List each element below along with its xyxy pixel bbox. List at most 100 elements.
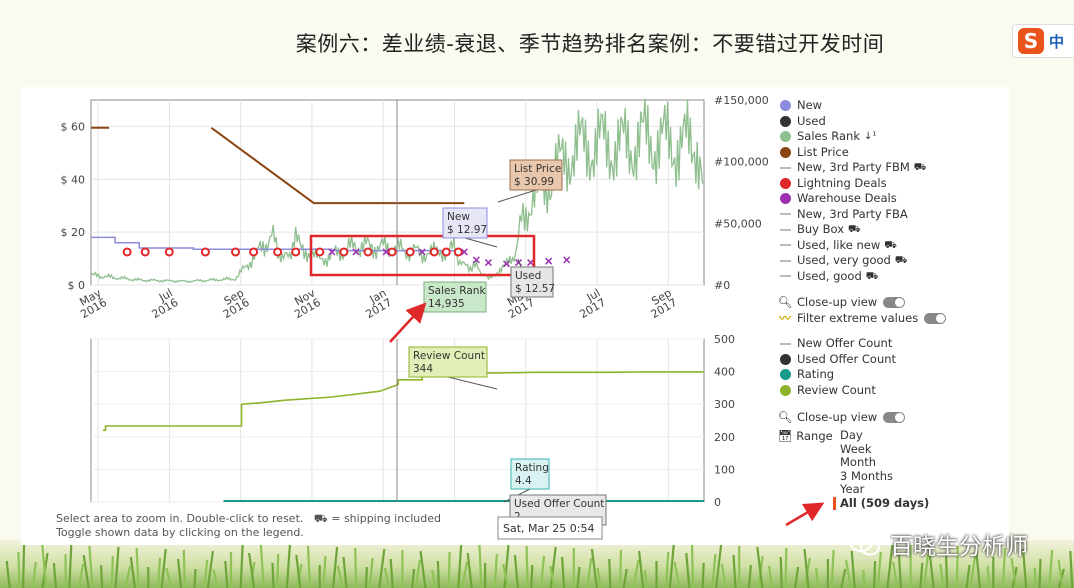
lightning-deal-marker	[339, 247, 349, 257]
legend-dash-icon	[778, 244, 792, 247]
legend-bottom: New Offer Count Used Offer Count Rating Rev…	[778, 336, 896, 398]
legend-label: New Offer Count	[797, 336, 893, 350]
legend-label: List Price	[797, 144, 849, 159]
range-option-5[interactable]: All (509 days)	[833, 496, 929, 510]
range-option-3[interactable]: 3 Months	[840, 469, 929, 484]
legend-label: Rating	[797, 367, 835, 381]
legend-new-3rd-party-fbm[interactable]: New, 3rd Party FBM ⛟	[778, 160, 926, 176]
lightning-deal-marker	[231, 247, 241, 257]
sort-icon: ↓¹	[864, 131, 877, 142]
legend-dash-icon	[778, 228, 792, 231]
toggles-top: 🔍︎ Close-up view 〰 Filter extreme values	[778, 295, 947, 327]
tooltip-used-label: Used	[515, 270, 541, 282]
legend-label: Used, like new	[797, 237, 881, 252]
legend-label: Warehouse Deals	[797, 191, 897, 205]
tooltip-review-count-label: Review Count	[413, 350, 485, 362]
toggles-bottom: 🔍︎ Close-up view	[777, 410, 906, 426]
y-right-tick: #0	[714, 279, 730, 292]
legend-label: Used, very good	[797, 253, 891, 267]
legend-label: Review Count	[797, 382, 876, 397]
truck-icon: ⛟	[913, 162, 927, 173]
lightning-deal-marker	[273, 247, 283, 257]
y-right-tick: #50,000	[714, 217, 762, 230]
lightning-deal-marker	[405, 247, 415, 257]
legend-dot-icon	[778, 146, 792, 158]
wechat-icon	[848, 531, 881, 556]
tooltip-rating-label: Rating	[515, 462, 549, 474]
sogou-logo: S 中	[1012, 24, 1074, 58]
wechat-watermark: 百晓生分析师	[848, 527, 1028, 561]
legend-dot-icon	[778, 177, 792, 189]
lightning-deal-marker	[249, 247, 259, 257]
legend-label: New, 3rd Party FBM	[797, 160, 910, 174]
legend-lightning-deals[interactable]: Lightning Deals	[778, 176, 926, 192]
x-tick-label: Jul2017	[572, 286, 608, 321]
logo-text: 中	[1049, 33, 1065, 51]
y-right-tick-bottom: 100	[714, 463, 735, 476]
magnifier-icon: 🔍︎	[777, 295, 793, 309]
x-tick-label: Sep2017	[643, 286, 679, 321]
legend-buy-box[interactable]: Buy Box ⛟	[778, 222, 926, 238]
magnifier-icon: 🔍︎	[777, 410, 793, 424]
lightning-deal-marker	[122, 247, 132, 257]
legend-dot-icon	[778, 100, 792, 112]
legend2-new-offer-count[interactable]: New Offer Count	[778, 336, 896, 352]
tooltip-list-price-value: $ 30.99	[514, 176, 554, 188]
closeup-toggle-top[interactable]: 🔍︎ Close-up view	[778, 295, 946, 311]
lightning-deal-marker	[200, 247, 210, 257]
legend-list-price[interactable]: List Price	[778, 145, 926, 161]
watermark-text: 百晓生分析师	[890, 534, 1028, 560]
y-right-tick-bottom: 400	[714, 366, 735, 379]
legend-used[interactable]: Used	[778, 114, 926, 130]
y-right-tick-bottom: 300	[714, 398, 735, 411]
y-left-tick: $ 20	[61, 226, 86, 239]
lightning-deal-marker	[140, 247, 150, 257]
tooltip-rating-value: 4.4	[515, 475, 532, 487]
legend-dash-icon	[778, 166, 792, 169]
switch-icon[interactable]	[924, 312, 947, 324]
tooltip-sales-rank-value: 14,935	[428, 298, 465, 310]
filter-wave-icon: 〰	[779, 310, 791, 325]
legend-dot-icon	[778, 384, 792, 396]
range-option-1[interactable]: Week	[840, 442, 929, 457]
x-tick-label: Nov2016	[287, 286, 324, 321]
lightning-deal-marker	[441, 247, 451, 257]
legend-sales-rank[interactable]: Sales Rank ↓¹	[778, 129, 926, 145]
legend-used-good[interactable]: Used, good ⛟	[778, 269, 926, 285]
y-left-tick: $ 0	[68, 279, 86, 292]
legend-label: Used Offer Count	[797, 351, 897, 366]
switch-icon[interactable]	[883, 412, 906, 424]
lightning-deal-marker	[164, 247, 174, 257]
legend-label: Buy Box	[797, 222, 845, 236]
tooltip-used-value: $ 12.57	[515, 283, 555, 295]
tooltip-new-label: New	[447, 211, 470, 223]
legend-dash-icon	[778, 259, 792, 262]
filter-extreme-toggle[interactable]: 〰 Filter extreme values	[778, 310, 947, 327]
y-right-tick-bottom: 500	[714, 333, 735, 346]
truck-icon: ⛟	[884, 239, 897, 251]
switch-icon[interactable]	[883, 297, 906, 309]
range-option-4[interactable]: Year	[840, 482, 929, 497]
legend-dot-icon	[778, 353, 792, 365]
range-option-0[interactable]: Day	[840, 428, 929, 443]
legend2-used-offer-count[interactable]: Used Offer Count	[778, 352, 896, 368]
closeup-toggle-bottom[interactable]: 🔍︎ Close-up view	[777, 410, 906, 426]
legend-dot-icon	[778, 131, 792, 143]
x-tick-label: Jan2017	[358, 286, 394, 321]
legend2-rating[interactable]: Rating	[778, 367, 896, 383]
legend-warehouse-deals[interactable]: Warehouse Deals	[778, 191, 926, 207]
legend-new-3rd-party-fba[interactable]: New, 3rd Party FBA	[778, 207, 926, 223]
y-left-tick: $ 40	[61, 173, 86, 186]
legend-used-like-new[interactable]: Used, like new ⛟	[778, 238, 926, 254]
legend-new[interactable]: New	[778, 98, 926, 114]
legend-dash-icon	[778, 275, 792, 278]
legend-dot-icon	[778, 193, 792, 205]
range-options: Day Week Month 3 Months Year All (509 days)	[833, 428, 929, 510]
range-label: Range	[796, 429, 833, 443]
lightning-deal-marker	[363, 247, 373, 257]
legend-top: New Used Sales Rank ↓¹ List Price New, 3rd Pa…	[778, 98, 926, 284]
truck-icon: ⛟	[848, 224, 861, 235]
range-option-2[interactable]: Month	[840, 455, 929, 470]
legend2-review-count[interactable]: Review Count	[778, 383, 896, 399]
legend-used-very-good[interactable]: Used, very good ⛟	[778, 253, 926, 269]
